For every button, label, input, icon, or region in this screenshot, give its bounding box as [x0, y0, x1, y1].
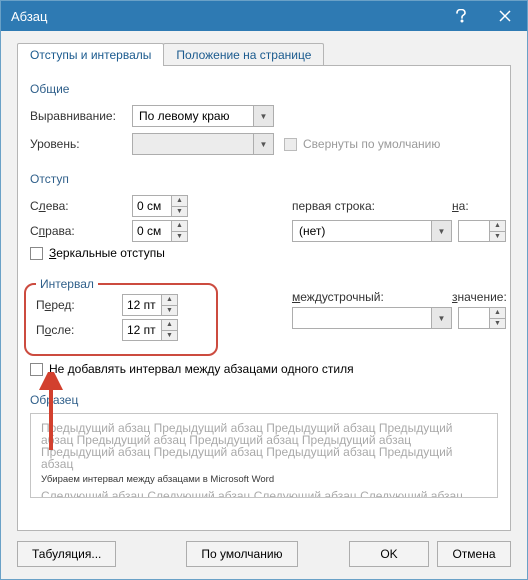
ok-button[interactable]: OK: [349, 541, 429, 567]
space-before-value: 12 пт: [123, 298, 161, 312]
spinner-arrows[interactable]: ▲▼: [489, 221, 505, 241]
titlebar: Абзац: [1, 1, 527, 31]
space-before-label: Перед:: [36, 298, 122, 312]
level-label: Уровень:: [30, 137, 132, 151]
firstline-label: первая строка:: [292, 199, 420, 213]
preview-next-text: Следующий абзац Следующий абзац Следующи…: [41, 490, 487, 498]
paragraph-dialog: Абзац Отступы и интервалы Положение на с…: [0, 0, 528, 580]
group-preview-label: Образец: [30, 393, 498, 407]
no-extra-space-label: Не добавлять интервал между абзацами одн…: [49, 362, 354, 376]
at-label: значение:: [452, 290, 511, 304]
indent-right-value: 0 см: [133, 224, 171, 238]
collapse-default-checkbox: [284, 138, 297, 151]
client-area: Отступы и интервалы Положение на страниц…: [1, 31, 527, 579]
indent-right-label: Справа:: [30, 224, 132, 238]
by-spinner[interactable]: ▲▼: [458, 220, 506, 242]
cancel-button[interactable]: Отмена: [437, 541, 511, 567]
window-title: Абзац: [11, 9, 439, 24]
chevron-down-icon: ▼: [253, 134, 273, 154]
firstline-value: (нет): [299, 224, 325, 238]
close-button[interactable]: [483, 1, 527, 31]
indent-right-spinner[interactable]: 0 см ▲▼: [132, 220, 188, 242]
indent-left-label: Слева:: [30, 199, 132, 213]
alignment-label: Выравнивание:: [30, 109, 132, 123]
dialog-buttons: Табуляция... По умолчанию OK Отмена: [17, 541, 511, 567]
linespacing-combo[interactable]: ▼: [292, 307, 452, 329]
set-default-button[interactable]: По умолчанию: [186, 541, 297, 567]
preview-box: Предыдущий абзац Предыдущий абзац Предыд…: [30, 413, 498, 498]
space-before-spinner[interactable]: 12 пт ▲▼: [122, 294, 178, 316]
at-spinner[interactable]: ▲▼: [458, 307, 506, 329]
mirror-label: Зеркальные отступы: [49, 246, 165, 260]
collapse-default-label: Свернуты по умолчанию: [303, 137, 440, 151]
indent-left-value: 0 см: [133, 199, 171, 213]
spinner-arrows[interactable]: ▲▼: [171, 221, 187, 241]
no-extra-space-checkbox[interactable]: [30, 363, 43, 376]
spinner-arrows[interactable]: ▲▼: [161, 295, 177, 315]
spinner-arrows[interactable]: ▲▼: [489, 308, 505, 328]
alignment-combo[interactable]: По левому краю ▼: [132, 105, 274, 127]
mirror-checkbox[interactable]: [30, 247, 43, 260]
tab-panel: Общие Выравнивание: По левому краю ▼ Уро…: [17, 65, 511, 531]
spinner-arrows[interactable]: ▲▼: [161, 320, 177, 340]
space-after-label: После:: [36, 323, 122, 337]
preview-main-text: Убираем интервал между абзацами в Micros…: [41, 474, 487, 486]
tab-indents-spacing[interactable]: Отступы и интервалы: [17, 43, 164, 66]
firstline-combo[interactable]: (нет) ▼: [292, 220, 452, 242]
spacing-highlight: Интервал Перед: 12 пт ▲▼ После: 12 пт ▲▼: [24, 277, 218, 356]
chevron-down-icon: ▼: [253, 106, 273, 126]
chevron-down-icon: ▼: [431, 221, 451, 241]
tab-strip: Отступы и интервалы Положение на страниц…: [17, 43, 511, 66]
alignment-value: По левому краю: [139, 109, 230, 123]
space-after-value: 12 пт: [123, 323, 161, 337]
help-button[interactable]: [439, 1, 483, 31]
tabs-button[interactable]: Табуляция...: [17, 541, 116, 567]
group-indent-label: Отступ: [30, 172, 498, 186]
group-general-label: Общие: [30, 82, 498, 96]
preview-prev-text: Предыдущий абзац Предыдущий абзац Предыд…: [41, 422, 487, 470]
group-spacing-label: Интервал: [36, 277, 98, 291]
linespacing-label: междустрочный:: [292, 290, 420, 304]
space-after-spinner[interactable]: 12 пт ▲▼: [122, 319, 178, 341]
by-label: на:: [452, 199, 511, 213]
tab-line-page-breaks[interactable]: Положение на странице: [163, 43, 324, 66]
chevron-down-icon: ▼: [431, 308, 451, 328]
indent-left-spinner[interactable]: 0 см ▲▼: [132, 195, 188, 217]
spinner-arrows[interactable]: ▲▼: [171, 196, 187, 216]
level-combo[interactable]: ▼: [132, 133, 274, 155]
